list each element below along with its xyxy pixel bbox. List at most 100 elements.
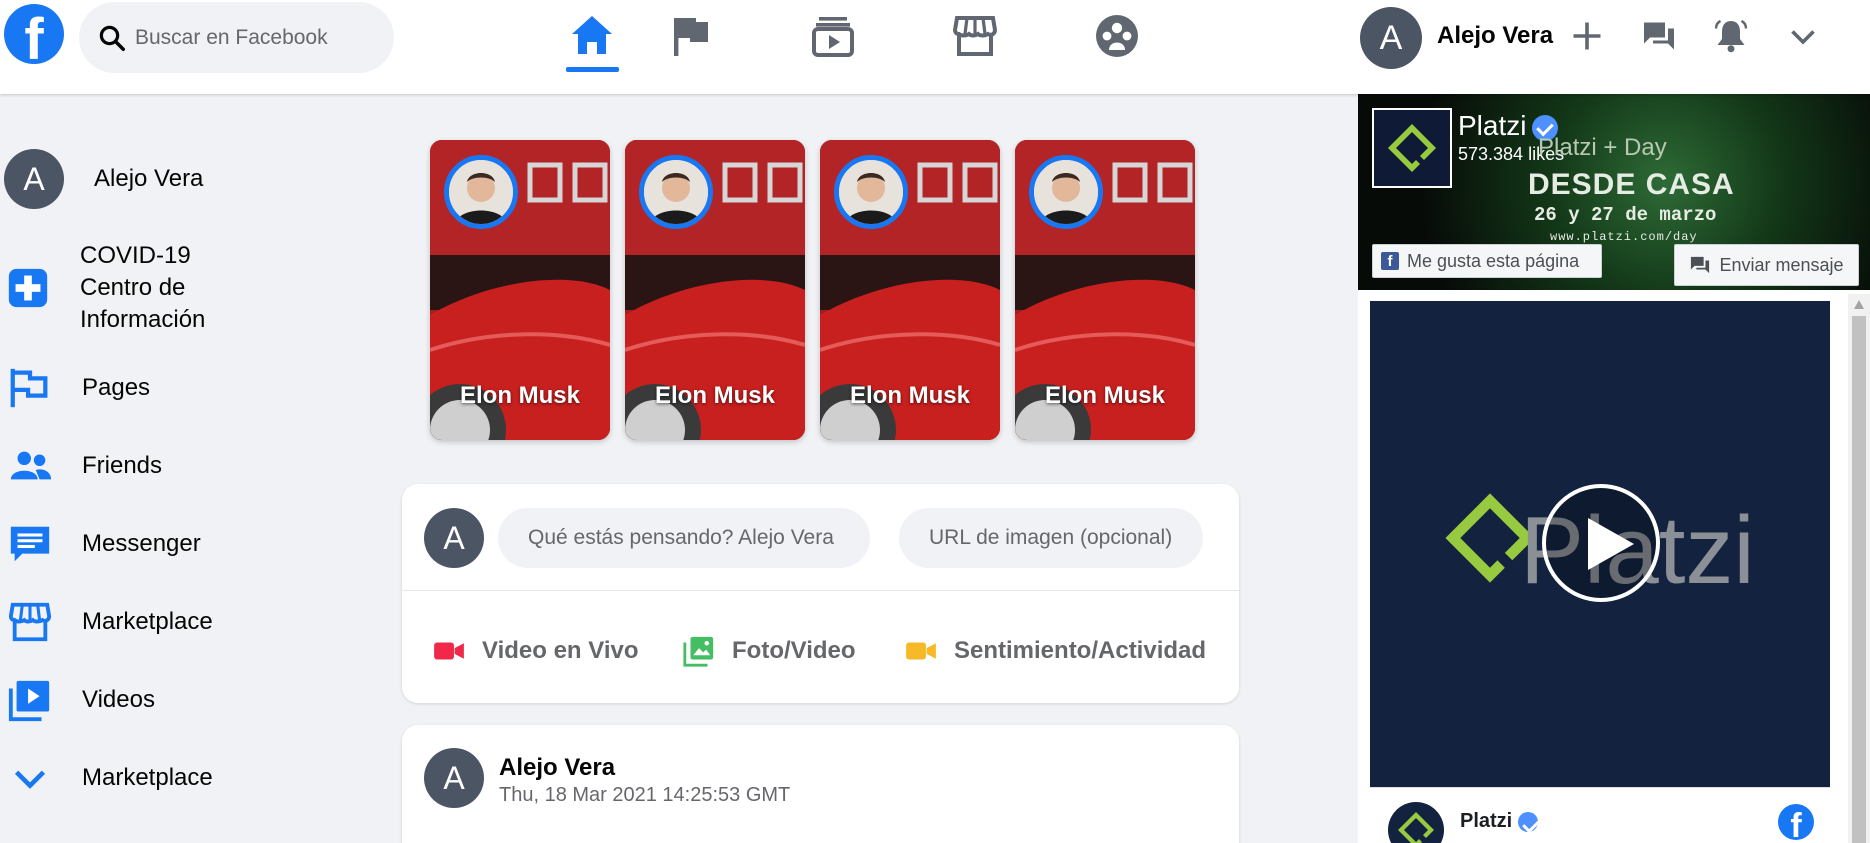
page-plugin: Platzi 573.384 likes Platzi + Day DESDE …	[1358, 94, 1870, 843]
sidebar-item-label: Videos	[82, 686, 155, 713]
sidebar-item-label: Marketplace	[82, 764, 213, 791]
notifications-button[interactable]	[1709, 14, 1753, 58]
story-name: Elon Musk	[654, 382, 775, 409]
nav-groups[interactable]	[1087, 6, 1147, 66]
chevron-down-icon	[1791, 30, 1815, 45]
sidebar-item-friends[interactable]: Friends	[0, 436, 162, 496]
cover-title: DESDE CASA	[1528, 168, 1735, 201]
page-post-header: Platzi f	[1370, 787, 1830, 843]
groups-icon	[1096, 15, 1138, 57]
story-avatar	[444, 155, 518, 229]
messenger-button[interactable]	[1637, 14, 1681, 58]
story-avatar	[639, 155, 713, 229]
nav-home[interactable]	[562, 6, 622, 66]
search-bar[interactable]	[79, 2, 394, 73]
story-name: Elon Musk	[849, 382, 970, 409]
cover-date: 26 y 27 de marzo	[1534, 204, 1717, 226]
sidebar-item-label: Friends	[82, 452, 163, 479]
image-url-input[interactable]	[899, 508, 1203, 568]
message-icon	[1691, 256, 1710, 274]
sidebar-item-see-more[interactable]: Marketplace	[0, 748, 213, 808]
page-avatar[interactable]	[1388, 802, 1444, 843]
like-page-button[interactable]: f Me gusta esta página	[1372, 244, 1602, 278]
post-timestamp: Thu, 18 Mar 2021 14:25:53 GMT	[499, 784, 791, 806]
watch-icon	[812, 17, 854, 57]
send-message-button[interactable]: Enviar mensaje	[1674, 244, 1859, 286]
nav-active-indicator	[566, 67, 619, 72]
page-name-text: Platzi	[1458, 110, 1527, 141]
action-label: Sentimiento/Actividad	[954, 637, 1207, 664]
nav-marketplace[interactable]	[945, 6, 1005, 66]
header-avatar[interactable]: A	[1360, 7, 1422, 69]
search-icon	[99, 25, 125, 51]
live-video-button[interactable]: Video en Vivo	[432, 634, 639, 668]
page-logo[interactable]	[1372, 108, 1452, 188]
sidebar-item-pages[interactable]: Pages	[0, 358, 150, 418]
sidebar-item-messenger[interactable]: Messenger	[0, 514, 201, 574]
avatar: A	[424, 508, 484, 568]
page-post-name-text: Platzi	[1460, 810, 1513, 832]
post-composer: A Video en Vivo Foto/Video Sentimiento/A…	[402, 484, 1239, 703]
marketplace-icon	[0, 592, 60, 652]
play-icon[interactable]	[1542, 484, 1660, 602]
sidebar-item-covid[interactable]: COVID-19 Centro de Información	[0, 240, 240, 336]
search-input[interactable]	[135, 25, 375, 50]
divider	[402, 590, 1239, 591]
bell-icon	[1714, 19, 1748, 53]
covid-plus-icon	[0, 258, 58, 318]
sidebar-item-profile[interactable]: A Alejo Vera	[0, 149, 203, 209]
action-label: Video en Vivo	[482, 637, 639, 664]
flag-icon	[0, 358, 60, 418]
nav-pages[interactable]	[660, 6, 720, 66]
page-post-name[interactable]: Platzi	[1460, 810, 1539, 833]
live-video-icon	[434, 642, 464, 660]
send-message-label: Enviar mensaje	[1719, 254, 1844, 275]
story-card[interactable]: Elon Musk	[820, 140, 1000, 440]
photo-video-button[interactable]: Foto/Video	[682, 634, 856, 668]
story-card[interactable]: Elon Musk	[625, 140, 805, 440]
post-text-input[interactable]	[498, 508, 870, 568]
facebook-logo-icon[interactable]: f	[1778, 804, 1814, 840]
feed-post: A Alejo Vera Thu, 18 Mar 2021 14:25:53 G…	[402, 725, 1239, 843]
facebook-logo[interactable]: f	[4, 4, 64, 64]
nav-watch[interactable]	[803, 6, 863, 66]
post-author[interactable]: Alejo Vera	[499, 754, 615, 782]
feeling-camera-icon	[906, 642, 936, 660]
avatar: A	[4, 149, 64, 209]
flag-icon	[674, 18, 708, 56]
sidebar-item-marketplace[interactable]: Marketplace	[0, 592, 213, 652]
page-cover[interactable]: Platzi 573.384 likes Platzi + Day DESDE …	[1358, 94, 1870, 290]
story-card[interactable]: Elon Musk	[1015, 140, 1195, 440]
verified-badge-icon	[1518, 811, 1539, 832]
sidebar-item-label: COVID-19 Centro de Información	[80, 242, 206, 333]
story-avatar	[1029, 155, 1103, 229]
feeling-activity-button[interactable]: Sentimiento/Actividad	[904, 634, 1206, 668]
platzi-logo-icon	[1398, 812, 1434, 843]
facebook-small-icon: f	[1381, 252, 1399, 270]
sidebar-item-videos[interactable]: Videos	[0, 670, 155, 730]
story-card[interactable]: Elon Musk	[430, 140, 610, 440]
page-video[interactable]: Platzi	[1370, 301, 1830, 787]
scrollbar[interactable]	[1848, 294, 1870, 843]
create-button[interactable]	[1565, 14, 1609, 58]
action-label: Foto/Video	[732, 637, 856, 664]
friends-icon	[0, 436, 60, 496]
messenger-icon	[1644, 22, 1674, 50]
platzi-logo-icon	[1388, 124, 1436, 172]
marketplace-icon	[952, 16, 998, 56]
cover-url: www.platzi.com/day	[1550, 230, 1698, 244]
account-menu-button[interactable]	[1781, 14, 1825, 58]
sidebar-item-label: Pages	[82, 374, 151, 401]
avatar: A	[424, 748, 484, 808]
photo-icon	[683, 636, 714, 667]
like-page-label: Me gusta esta página	[1407, 250, 1580, 271]
header-user-name[interactable]: Alejo Vera	[1437, 22, 1553, 50]
video-icon	[0, 670, 60, 730]
scrollbar-thumb[interactable]	[1852, 316, 1866, 843]
chevron-down-icon	[0, 748, 60, 808]
scroll-up-arrow-icon[interactable]	[1854, 300, 1864, 309]
sidebar-item-label: Marketplace	[82, 608, 213, 635]
story-name: Elon Musk	[459, 382, 580, 409]
story-name: Elon Musk	[1044, 382, 1165, 409]
plus-icon	[1573, 22, 1601, 50]
